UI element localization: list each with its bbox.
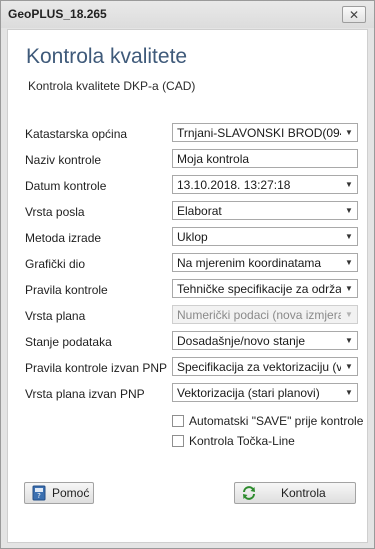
pravila-kontrole-izvan-pnp-select[interactable]: Specifikacija za vektorizaciju (v... ▼: [172, 357, 358, 376]
svg-text:?: ?: [37, 492, 41, 500]
naziv-kontrole-value: Moja kontrola: [177, 151, 250, 166]
chevron-down-icon[interactable]: ▼: [341, 254, 357, 271]
graficki-dio-value: Na mjerenim koordinatama: [177, 255, 322, 270]
metoda-izrade-label: Metoda izrade: [25, 231, 102, 245]
pravila-kontrole-izvan-pnp-label: Pravila kontrole izvan PNP: [25, 361, 168, 375]
chevron-down-icon[interactable]: ▼: [341, 358, 357, 375]
chevron-down-icon[interactable]: ▼: [341, 176, 357, 193]
kontrola-tocka-line-checkbox[interactable]: Kontrola Točka-Line: [172, 434, 295, 448]
refresh-arrows-icon: [241, 485, 257, 501]
metoda-izrade-select[interactable]: Uklop ▼: [172, 227, 358, 246]
chevron-down-icon[interactable]: ▼: [341, 384, 357, 401]
chevron-down-icon[interactable]: ▼: [341, 332, 357, 349]
chevron-down-icon[interactable]: ▼: [341, 202, 357, 219]
naziv-kontrole-label: Naziv kontrole: [25, 153, 102, 167]
chevron-down-icon[interactable]: ▼: [341, 228, 357, 245]
vrsta-posla-select[interactable]: Elaborat ▼: [172, 201, 358, 220]
vrsta-posla-label: Vrsta posla: [25, 205, 85, 219]
checkbox-box[interactable]: [172, 435, 184, 447]
close-icon: ✕: [348, 7, 360, 22]
run-control-button[interactable]: Kontrola: [234, 482, 356, 504]
katastarska-opcina-label: Katastarska općina: [25, 127, 128, 141]
graficki-dio-label: Grafički dio: [25, 257, 86, 271]
stanje-podataka-value: Dosadašnje/novo stanje: [177, 333, 306, 348]
datum-kontrole-label: Datum kontrole: [25, 179, 107, 193]
pravila-kontrole-izvan-pnp-value: Specifikacija za vektorizaciju (v...: [177, 359, 341, 374]
vrsta-plana-value: Numerički podaci (nova izmjera): [177, 307, 341, 322]
auto-save-label: Automatski "SAVE" prije kontrole: [189, 414, 364, 428]
window-title: GeoPLUS_18.265: [8, 7, 107, 21]
auto-save-checkbox[interactable]: Automatski "SAVE" prije kontrole: [172, 414, 363, 428]
page-subtitle: Kontrola kvalitete DKP-a (CAD): [28, 79, 196, 93]
page-title: Kontrola kvalitete: [26, 45, 188, 68]
vrsta-plana-izvan-pnp-label: Vrsta plana izvan PNP: [25, 387, 145, 401]
dialog-content: Kontrola kvalitete Kontrola kvalitete DK…: [7, 29, 368, 543]
help-button[interactable]: ? Pomoć: [24, 482, 94, 504]
kontrola-tocka-line-label: Kontrola Točka-Line: [189, 434, 295, 448]
vrsta-plana-izvan-pnp-value: Vektorizacija (stari planovi): [177, 385, 320, 400]
checkbox-box[interactable]: [172, 415, 184, 427]
chevron-down-icon: ▼: [345, 310, 353, 319]
help-book-icon: ?: [31, 485, 47, 501]
graficki-dio-select[interactable]: Na mjerenim koordinatama ▼: [172, 253, 358, 272]
pravila-kontrole-value: Tehničke specifikacije za održa...: [177, 281, 341, 296]
stanje-podataka-select[interactable]: Dosadašnje/novo stanje ▼: [172, 331, 358, 350]
chevron-down-icon[interactable]: ▼: [341, 124, 357, 141]
help-button-label: Pomoć: [52, 486, 90, 500]
close-button[interactable]: ✕: [342, 6, 366, 23]
vrsta-plana-izvan-pnp-select[interactable]: Vektorizacija (stari planovi) ▼: [172, 383, 358, 402]
title-bar[interactable]: GeoPLUS_18.265 ✕: [1, 1, 374, 28]
dialog-window: GeoPLUS_18.265 ✕ Kontrola kvalitete Kont…: [0, 0, 375, 549]
vrsta-plana-label: Vrsta plana: [25, 309, 86, 323]
vrsta-posla-value: Elaborat: [177, 203, 222, 218]
stanje-podataka-label: Stanje podataka: [25, 335, 112, 349]
run-control-label: Kontrola: [281, 486, 326, 500]
vrsta-plana-select: Numerički podaci (nova izmjera) ▼: [172, 305, 358, 324]
chevron-down-icon[interactable]: ▼: [341, 280, 357, 297]
datum-kontrole-value: 13.10.2018. 13:27:18: [177, 177, 291, 192]
naziv-kontrole-input[interactable]: Moja kontrola: [172, 149, 358, 168]
metoda-izrade-value: Uklop: [177, 229, 208, 244]
pravila-kontrole-select[interactable]: Tehničke specifikacije za održa... ▼: [172, 279, 358, 298]
pravila-kontrole-label: Pravila kontrole: [25, 283, 108, 297]
datum-kontrole-picker[interactable]: 13.10.2018. 13:27:18 ▼: [172, 175, 358, 194]
katastarska-opcina-value: Trnjani-SLAVONSKI BROD(0949): [177, 125, 341, 140]
katastarska-opcina-select[interactable]: Trnjani-SLAVONSKI BROD(0949) ▼: [172, 123, 358, 142]
